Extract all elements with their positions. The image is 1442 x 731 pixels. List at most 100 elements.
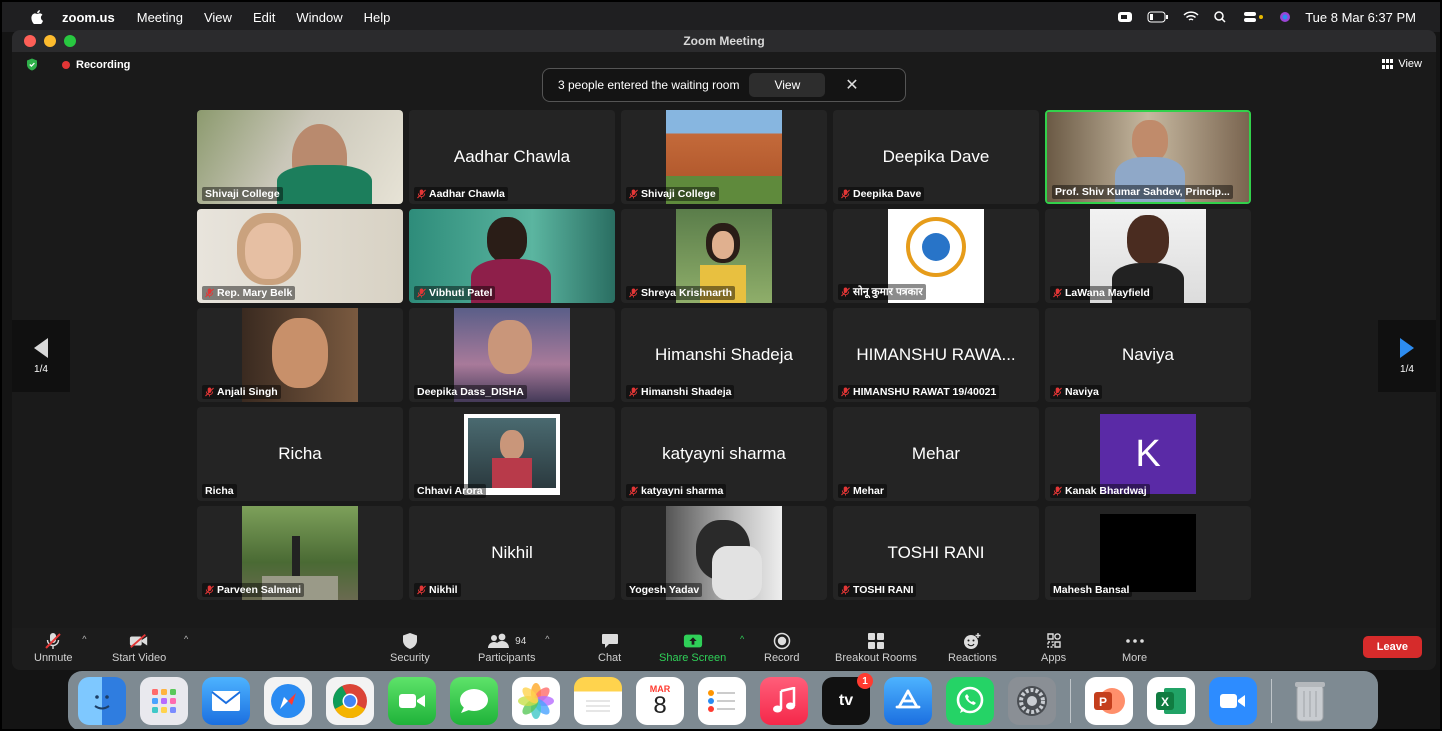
participant-tile[interactable]: Chhavi Arora xyxy=(409,407,615,501)
apple-tv-icon[interactable]: tv 1 xyxy=(822,673,873,725)
menu-window[interactable]: Window xyxy=(296,10,342,25)
participant-tile[interactable]: TOSHI RANI TOSHI RANI xyxy=(833,506,1039,600)
audio-options-chevron-icon[interactable]: ^ xyxy=(82,634,86,644)
participant-name: Rep. Mary Belk xyxy=(217,287,293,299)
notes-icon[interactable] xyxy=(574,677,622,725)
trash-icon[interactable] xyxy=(1286,677,1334,725)
participant-tile[interactable]: Yogesh Yadav xyxy=(621,506,827,600)
participant-tile[interactable]: Deepika Dass_DISHA xyxy=(409,308,615,402)
siri-icon[interactable] xyxy=(1279,11,1291,23)
facetime-icon[interactable] xyxy=(388,677,436,725)
menu-view[interactable]: View xyxy=(204,10,232,25)
participant-tile[interactable]: HIMANSHU RAWA... HIMANSHU RAWAT 19/40021 xyxy=(833,308,1039,402)
participant-name-label: Shreya Krishnarth xyxy=(626,286,736,300)
participant-gallery: Shivaji College Aadhar Chawla Aadhar Chawl… xyxy=(197,110,1251,605)
participant-name: Kanak Bhardwaj xyxy=(1065,485,1147,497)
menu-help[interactable]: Help xyxy=(364,10,391,25)
participant-name-label: Vibhuti Patel xyxy=(414,286,496,300)
participant-tile[interactable]: Deepika Dave Deepika Dave xyxy=(833,110,1039,204)
apps-button[interactable]: Apps xyxy=(1041,632,1066,664)
video-options-chevron-icon[interactable]: ^ xyxy=(184,634,188,644)
notification-close-icon[interactable]: ✕ xyxy=(845,75,858,95)
participant-display-name: Mehar xyxy=(911,444,961,463)
record-label: Record xyxy=(764,652,800,664)
participant-tile[interactable]: Nikhil Nikhil xyxy=(409,506,615,600)
participant-tile[interactable]: सोनू कुमार पत्रकार xyxy=(833,209,1039,303)
participant-tile[interactable]: Himanshi Shadeja Himanshi Shadeja xyxy=(621,308,827,402)
battery-icon[interactable] xyxy=(1147,11,1169,23)
participant-tile[interactable]: Vibhuti Patel xyxy=(409,209,615,303)
finder-icon[interactable] xyxy=(78,677,126,725)
more-label: More xyxy=(1122,652,1148,664)
participant-display-name: Naviya xyxy=(1122,345,1174,364)
control-center-icon[interactable] xyxy=(1243,11,1265,23)
start-video-button[interactable]: Start Video ^ xyxy=(112,632,188,664)
record-button[interactable]: Record xyxy=(764,632,799,664)
zoom-status-icon[interactable] xyxy=(1117,11,1133,23)
previous-page-button[interactable]: 1/4 xyxy=(12,320,70,392)
participant-tile[interactable]: LaWana Mayfield xyxy=(1045,209,1251,303)
participant-tile[interactable]: Naviya Naviya xyxy=(1045,308,1251,402)
reminders-icon[interactable] xyxy=(698,677,746,725)
participant-name: Yogesh Yadav xyxy=(629,584,700,596)
menu-edit[interactable]: Edit xyxy=(253,10,275,25)
whatsapp-icon[interactable] xyxy=(946,677,994,725)
participant-tile[interactable]: Richa Richa xyxy=(197,407,403,501)
participant-name: Deepika Dave xyxy=(853,188,922,200)
powerpoint-icon[interactable]: P xyxy=(1085,677,1133,725)
next-page-button[interactable]: 1/4 xyxy=(1378,320,1436,392)
excel-icon[interactable]: X xyxy=(1147,677,1195,725)
wifi-icon[interactable] xyxy=(1183,11,1199,23)
view-layout-button[interactable]: View xyxy=(1382,58,1422,70)
zoom-app-icon[interactable] xyxy=(1209,677,1257,725)
participant-tile[interactable]: Mehar Mehar xyxy=(833,407,1039,501)
participant-name-label: Deepika Dass_DISHA xyxy=(414,385,527,399)
mail-icon[interactable] xyxy=(202,677,250,725)
chrome-icon[interactable] xyxy=(326,677,374,725)
app-store-icon[interactable] xyxy=(884,677,932,725)
security-button[interactable]: Security xyxy=(390,632,430,664)
safari-icon[interactable] xyxy=(264,677,312,725)
unmute-button[interactable]: Unmute ^ xyxy=(34,632,87,664)
spotlight-search-icon[interactable] xyxy=(1213,11,1229,23)
participant-tile[interactable]: Shivaji College xyxy=(621,110,827,204)
photos-icon[interactable] xyxy=(512,677,560,725)
menu-meeting[interactable]: Meeting xyxy=(137,10,183,25)
participant-name: Shreya Krishnarth xyxy=(641,287,733,299)
recording-indicator[interactable]: Recording xyxy=(26,58,130,71)
menu-clock[interactable]: Tue 8 Mar 6:37 PM xyxy=(1305,10,1416,25)
apple-icon[interactable] xyxy=(30,10,44,24)
participant-tile[interactable]: Prof. Shiv Kumar Sahdev, Princip... xyxy=(1045,110,1251,204)
participants-chevron-icon[interactable]: ^ xyxy=(545,634,549,644)
participant-tile[interactable]: Aadhar Chawla Aadhar Chawla xyxy=(409,110,615,204)
participant-tile[interactable]: Shivaji College xyxy=(197,110,403,204)
menu-app-name[interactable]: zoom.us xyxy=(62,10,115,25)
participant-tile[interactable]: Mahesh Bansal xyxy=(1045,506,1251,600)
leave-meeting-button[interactable]: Leave xyxy=(1362,636,1422,658)
music-icon[interactable] xyxy=(760,677,808,725)
waiting-room-notification: 3 people entered the waiting room View ✕ xyxy=(542,68,906,102)
participants-button[interactable]: 94 Participants ^ xyxy=(478,632,549,664)
svg-text:P: P xyxy=(1099,695,1107,709)
participant-name-label: LaWana Mayfield xyxy=(1050,286,1153,300)
participant-tile[interactable]: K Kanak Bhardwaj xyxy=(1045,407,1251,501)
participant-tile[interactable]: Anjali Singh xyxy=(197,308,403,402)
participant-tile[interactable]: Shreya Krishnarth xyxy=(621,209,827,303)
calendar-icon[interactable]: MAR 8 xyxy=(636,677,684,725)
participants-icon: 94 xyxy=(484,632,530,650)
participant-tile[interactable]: Rep. Mary Belk xyxy=(197,209,403,303)
security-label: Security xyxy=(390,652,430,664)
system-preferences-icon[interactable] xyxy=(1008,677,1056,725)
share-screen-button[interactable]: Share Screen ^ xyxy=(659,632,744,664)
messages-icon[interactable] xyxy=(450,677,498,725)
share-options-chevron-icon[interactable]: ^ xyxy=(740,634,744,644)
participant-tile[interactable]: katyayni sharma katyayni sharma xyxy=(621,407,827,501)
chat-button[interactable]: Chat xyxy=(598,632,621,664)
encryption-shield-icon[interactable] xyxy=(26,58,38,71)
waiting-room-view-button[interactable]: View xyxy=(749,73,826,97)
reactions-button[interactable]: Reactions xyxy=(948,632,997,664)
participant-tile[interactable]: Parveen Salmani xyxy=(197,506,403,600)
breakout-rooms-button[interactable]: Breakout Rooms xyxy=(835,632,917,664)
more-button[interactable]: More xyxy=(1122,632,1147,664)
launchpad-icon[interactable] xyxy=(140,677,188,725)
